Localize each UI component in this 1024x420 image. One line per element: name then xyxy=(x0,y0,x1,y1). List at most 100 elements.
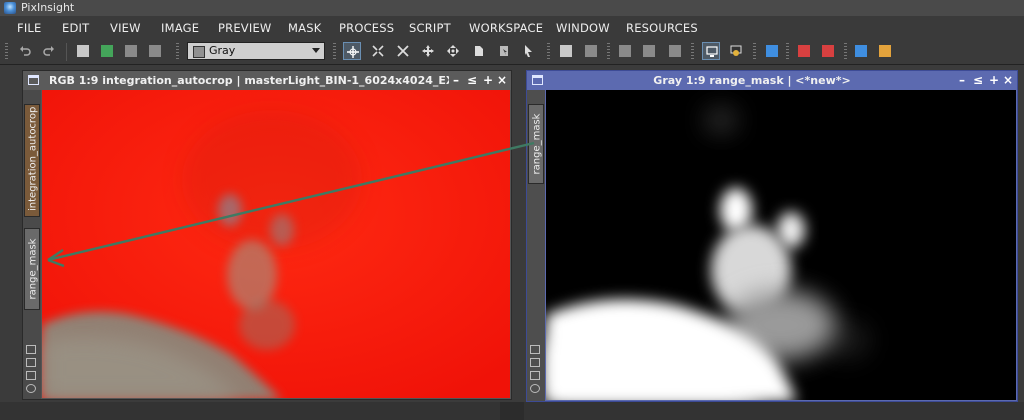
menu-process[interactable]: PROCESS xyxy=(339,16,394,40)
settings-icon[interactable] xyxy=(26,384,36,393)
toolbar-handle[interactable] xyxy=(691,43,694,61)
maximize-button[interactable]: + xyxy=(481,71,495,90)
pointer-icon xyxy=(525,45,532,57)
toolbar: Gray xyxy=(0,40,1024,65)
toolbar-handle[interactable] xyxy=(333,43,336,61)
delete-preview-button[interactable] xyxy=(666,42,684,60)
image-viewport[interactable] xyxy=(546,90,1016,400)
fit-icon[interactable] xyxy=(26,358,36,367)
window-menu-icon[interactable] xyxy=(28,75,39,85)
menu-workspace[interactable]: WORKSPACE xyxy=(469,16,543,40)
minimize-button[interactable]: – xyxy=(449,71,463,90)
enable-mask-button[interactable] xyxy=(795,42,813,60)
pan-mode-button[interactable] xyxy=(419,42,437,60)
image-viewport[interactable] xyxy=(42,90,510,398)
menu-mask[interactable]: MASK xyxy=(288,16,321,40)
undo-button[interactable] xyxy=(16,42,34,60)
extract-icon xyxy=(125,45,137,57)
view-tool-icons xyxy=(530,345,542,397)
image-window-range-mask[interactable]: Gray 1:9 range_mask | <*new*> – ≤ + × ra… xyxy=(526,70,1018,402)
window-icon xyxy=(560,45,572,57)
mask-settings-icon xyxy=(879,45,891,57)
overlay-button[interactable] xyxy=(557,42,575,60)
window-title: RGB 1:9 integration_autocrop | masterLig… xyxy=(49,74,449,87)
fit-icon[interactable] xyxy=(530,358,540,367)
menu-preview[interactable]: PREVIEW xyxy=(218,16,272,40)
zoom-1-1-button[interactable] xyxy=(470,42,488,60)
clone-view-icon[interactable] xyxy=(530,371,540,380)
toolbar-handle[interactable] xyxy=(844,43,847,61)
stf-icon xyxy=(730,45,742,56)
pixinsight-logo-icon xyxy=(4,2,16,14)
toolbar-handle[interactable] xyxy=(753,43,756,61)
window-title-bar[interactable]: Gray 1:9 range_mask | <*new*> – ≤ + × xyxy=(527,71,1017,90)
mask-settings-button[interactable] xyxy=(876,42,894,60)
menu-image[interactable]: IMAGE xyxy=(161,16,199,40)
redo-button[interactable] xyxy=(40,42,58,60)
toolbar-handle[interactable] xyxy=(176,43,179,61)
preview-list-button[interactable] xyxy=(640,42,658,60)
menu-script[interactable]: SCRIPT xyxy=(409,16,451,40)
zoom-out-button[interactable] xyxy=(394,42,412,60)
window-title-bar[interactable]: RGB 1:9 integration_autocrop | masterLig… xyxy=(23,71,511,90)
preview-list-icon xyxy=(643,45,655,57)
toolbar-handle[interactable] xyxy=(607,43,610,61)
screen-transfer-button[interactable] xyxy=(702,42,720,60)
workspace-gap xyxy=(500,402,524,420)
settings-icon[interactable] xyxy=(530,384,540,393)
invert-mask-icon xyxy=(822,45,834,57)
duplicate-button[interactable] xyxy=(98,42,116,60)
invert-mask-button[interactable] xyxy=(819,42,837,60)
shrink-icon[interactable] xyxy=(530,345,540,354)
show-mask-button[interactable] xyxy=(763,42,781,60)
maximize-button[interactable]: + xyxy=(987,71,1001,90)
toolbar-handle[interactable] xyxy=(5,43,8,61)
image-window-integration[interactable]: RGB 1:9 integration_autocrop | masterLig… xyxy=(22,70,512,400)
readout-mode-button[interactable] xyxy=(343,42,361,60)
fit-view-button[interactable] xyxy=(444,42,462,60)
new-preview-button[interactable] xyxy=(616,42,634,60)
app-title: PixInsight xyxy=(21,1,75,14)
tab-range-mask[interactable]: range_mask xyxy=(24,228,40,310)
menu-view[interactable]: VIEW xyxy=(110,16,141,40)
zoom-out-icon xyxy=(397,45,409,57)
zoom-in-button[interactable] xyxy=(369,42,387,60)
menu-file[interactable]: FILE xyxy=(17,16,41,40)
pan-icon xyxy=(422,45,434,57)
channel-select[interactable]: Gray xyxy=(187,42,325,60)
stf-button[interactable] xyxy=(727,42,745,60)
tab-range-mask[interactable]: range_mask xyxy=(528,104,544,184)
preview-icon xyxy=(585,45,597,57)
window-title: Gray 1:9 range_mask | <*new*> xyxy=(653,74,851,87)
minimize-button[interactable]: – xyxy=(955,71,969,90)
extract-button[interactable] xyxy=(122,42,140,60)
shrink-icon[interactable] xyxy=(26,345,36,354)
shade-button[interactable]: ≤ xyxy=(465,71,479,90)
toolbar-handle[interactable] xyxy=(786,43,789,61)
menu-window[interactable]: WINDOW xyxy=(556,16,610,40)
workspace-bottom-strip xyxy=(0,402,1024,420)
toolbar-handle[interactable] xyxy=(547,43,550,61)
monitor-icon xyxy=(706,46,718,57)
page-icon xyxy=(475,46,483,56)
zoom-in-icon xyxy=(372,45,384,57)
view-tabs: range_mask xyxy=(527,90,545,401)
mask-view-icon xyxy=(855,45,867,57)
gray-swatch-icon xyxy=(193,46,205,58)
close-button[interactable]: × xyxy=(495,71,509,90)
view-tabs: integration_autocrop range_mask xyxy=(23,90,41,399)
masked-image xyxy=(42,90,510,398)
clone-button[interactable] xyxy=(146,42,164,60)
menu-edit[interactable]: EDIT xyxy=(62,16,89,40)
select-mode-button[interactable] xyxy=(495,42,513,60)
clone-icon xyxy=(149,45,161,57)
pointer-mode-button[interactable] xyxy=(519,42,537,60)
menu-resources[interactable]: RESOURCES xyxy=(626,16,698,40)
preview-button[interactable] xyxy=(582,42,600,60)
mask-view-button[interactable] xyxy=(852,42,870,60)
clone-view-icon[interactable] xyxy=(26,371,36,380)
shade-button[interactable]: ≤ xyxy=(971,71,985,90)
tab-integration-autocrop[interactable]: integration_autocrop xyxy=(24,104,40,217)
close-button[interactable]: × xyxy=(1001,71,1015,90)
new-image-button[interactable] xyxy=(74,42,92,60)
